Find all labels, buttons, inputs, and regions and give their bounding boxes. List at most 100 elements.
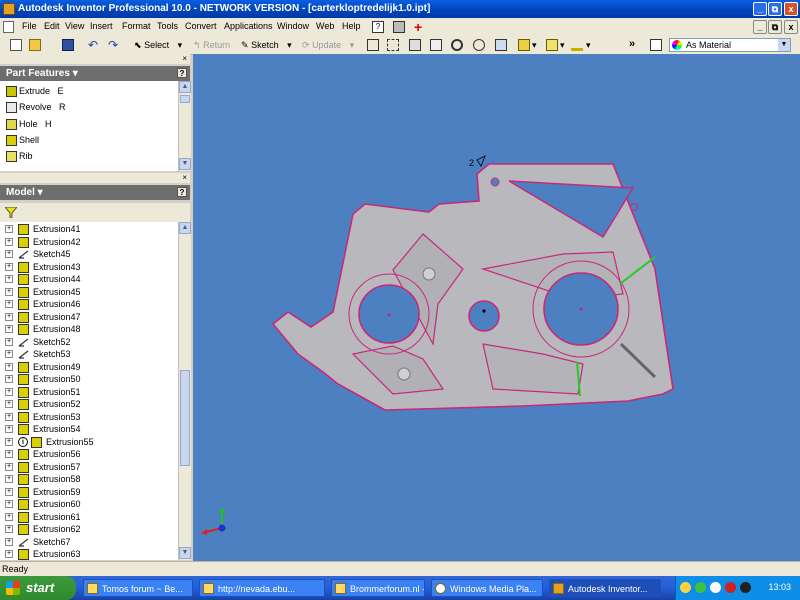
expand-icon[interactable]: + <box>5 250 13 258</box>
scroll-up-icon[interactable]: ▲ <box>179 81 191 93</box>
part-model-view[interactable]: 2 <box>193 54 800 561</box>
expand-icon[interactable]: + <box>5 437 13 446</box>
scroll-thumb[interactable] <box>180 95 190 103</box>
save-icon[interactable] <box>62 39 74 51</box>
rotate-icon[interactable] <box>473 39 485 51</box>
tree-item-extrusion57[interactable]: + Extrusion57 <box>0 461 178 474</box>
chevron-down-icon[interactable]: ▾ <box>586 38 591 52</box>
expand-icon[interactable]: + <box>5 237 13 246</box>
tree-item-extrusion55[interactable]: + i Extrusion55 <box>0 436 178 449</box>
tree-item-extrusion48[interactable]: + Extrusion48 <box>0 323 178 336</box>
tree-item-extrusion58[interactable]: + Extrusion58 <box>0 473 178 486</box>
task-autodesk-inventor[interactable]: Autodesk Inventor... <box>549 579 661 597</box>
chevron-down-icon[interactable]: ▾ <box>532 38 537 52</box>
expand-icon[interactable]: + <box>5 362 13 371</box>
tray-icon[interactable] <box>710 582 721 593</box>
expand-icon[interactable]: + <box>5 225 13 233</box>
menu-view[interactable]: View <box>65 21 84 31</box>
tray-icon[interactable] <box>740 582 751 593</box>
feature-hole[interactable]: Hole H <box>6 116 52 132</box>
feature-extrude[interactable]: Extrude E <box>6 83 64 99</box>
tray-icon[interactable] <box>725 582 736 593</box>
ground-shadow-icon[interactable] <box>571 39 583 51</box>
expand-icon[interactable]: + <box>5 512 13 521</box>
tree-item-extrusion60[interactable]: + Extrusion60 <box>0 498 178 511</box>
tree-item-extrusion49[interactable]: + Extrusion49 <box>0 361 178 374</box>
expand-icon[interactable]: + <box>5 275 13 283</box>
doc-close-button[interactable]: x <box>784 20 798 34</box>
expand-icon[interactable]: + <box>5 400 13 408</box>
zoom-window-icon[interactable] <box>387 39 399 51</box>
red-cross-icon[interactable]: + <box>414 20 426 34</box>
menu-format[interactable]: Format <box>122 21 151 31</box>
scroll-down-icon[interactable]: ▼ <box>179 547 191 559</box>
close-icon[interactable]: × <box>182 54 187 63</box>
open-icon[interactable] <box>29 39 41 51</box>
menu-help[interactable]: Help <box>342 21 361 31</box>
shaded-display-icon[interactable] <box>518 39 530 51</box>
inventor-app-icon[interactable] <box>3 3 15 15</box>
tree-item-extrusion62[interactable]: + Extrusion62 <box>0 523 178 536</box>
help-icon[interactable]: ? <box>177 187 187 197</box>
expand-icon[interactable]: + <box>5 375 13 383</box>
tray-icon[interactable] <box>680 582 691 593</box>
expand-icon[interactable]: + <box>5 462 13 471</box>
tree-item-sketch53[interactable]: + Sketch53 <box>0 348 178 361</box>
scroll-up-icon[interactable]: ▲ <box>179 222 191 234</box>
doc-restore-button[interactable]: ⧉ <box>768 20 782 34</box>
model-header[interactable]: Model ▾ ? <box>0 185 190 200</box>
title-bar[interactable]: Autodesk Inventor Professional 10.0 - NE… <box>0 0 800 18</box>
tree-item-extrusion44[interactable]: + Extrusion44 <box>0 273 178 286</box>
tree-item-sketch67[interactable]: + Sketch67 <box>0 536 178 549</box>
expand-icon[interactable]: + <box>5 350 13 358</box>
magnifier-icon[interactable] <box>451 39 463 51</box>
tree-item-extrusion52[interactable]: + Extrusion52 <box>0 398 178 411</box>
expand-icon[interactable]: + <box>5 550 13 558</box>
return-button[interactable]: ↰ Return <box>193 38 230 52</box>
tree-item-extrusion56[interactable]: + Extrusion56 <box>0 448 178 461</box>
tree-item-extrusion61[interactable]: + Extrusion61 <box>0 511 178 524</box>
expand-icon[interactable]: + <box>5 325 13 333</box>
expand-icon[interactable]: + <box>5 525 13 533</box>
display-mode-icon[interactable] <box>546 39 558 51</box>
task-tomos-forum[interactable]: Tomos forum ~ Be... <box>83 579 193 597</box>
pan-icon[interactable] <box>430 39 442 51</box>
undo-icon[interactable]: ↶ <box>88 38 98 52</box>
tree-item-extrusion43[interactable]: + Extrusion43 <box>0 261 178 274</box>
expand-icon[interactable]: + <box>5 287 13 296</box>
start-button[interactable]: start <box>0 576 76 600</box>
task-nevada-ebu[interactable]: http://nevada.ebu... <box>199 579 325 597</box>
tree-item-extrusion51[interactable]: + Extrusion51 <box>0 386 178 399</box>
expand-icon[interactable]: + <box>5 300 13 308</box>
expand-icon[interactable]: + <box>5 337 13 346</box>
menu-window[interactable]: Window <box>277 21 309 31</box>
tree-item-extrusion53[interactable]: + Extrusion53 <box>0 411 178 424</box>
feature-shell[interactable]: Shell <box>6 132 39 148</box>
tree-item-sketch45[interactable]: + Sketch45 <box>0 248 178 261</box>
menu-tools[interactable]: Tools <box>157 21 178 31</box>
tray-icon[interactable] <box>695 582 706 593</box>
chevron-down-icon[interactable]: ▾ <box>287 40 292 50</box>
feature-rib[interactable]: Rib <box>6 148 33 164</box>
part-features-scrollbar[interactable]: ▲ ▼ <box>178 81 191 171</box>
expand-icon[interactable]: + <box>5 262 13 271</box>
calculator-icon[interactable] <box>393 21 405 33</box>
forward-icon[interactable]: » <box>629 39 641 51</box>
scroll-down-icon[interactable]: ▼ <box>179 158 191 170</box>
menu-web[interactable]: Web <box>316 21 334 31</box>
expand-icon[interactable]: + <box>5 425 13 433</box>
redo-icon[interactable]: ↷ <box>108 38 118 52</box>
zoom-all-icon[interactable] <box>367 39 379 51</box>
tree-item-extrusion42[interactable]: + Extrusion42 <box>0 236 178 249</box>
graphics-viewport[interactable]: 2 <box>193 54 800 561</box>
close-icon[interactable]: × <box>182 173 187 182</box>
minimize-button[interactable]: _ <box>753 2 767 16</box>
sketch-button[interactable]: ✎ Sketch ▾ <box>241 38 292 52</box>
tree-item-extrusion59[interactable]: + Extrusion59 <box>0 486 178 499</box>
update-button[interactable]: ⟳ Update ▾ <box>302 38 354 52</box>
expand-icon[interactable]: + <box>5 387 13 396</box>
tree-item-sketch52[interactable]: + Sketch52 <box>0 336 178 349</box>
whats-this-icon[interactable]: ? <box>372 21 384 33</box>
task-windows-media-player[interactable]: Windows Media Pla... <box>431 579 543 597</box>
tree-item-extrusion45[interactable]: + Extrusion45 <box>0 286 178 299</box>
